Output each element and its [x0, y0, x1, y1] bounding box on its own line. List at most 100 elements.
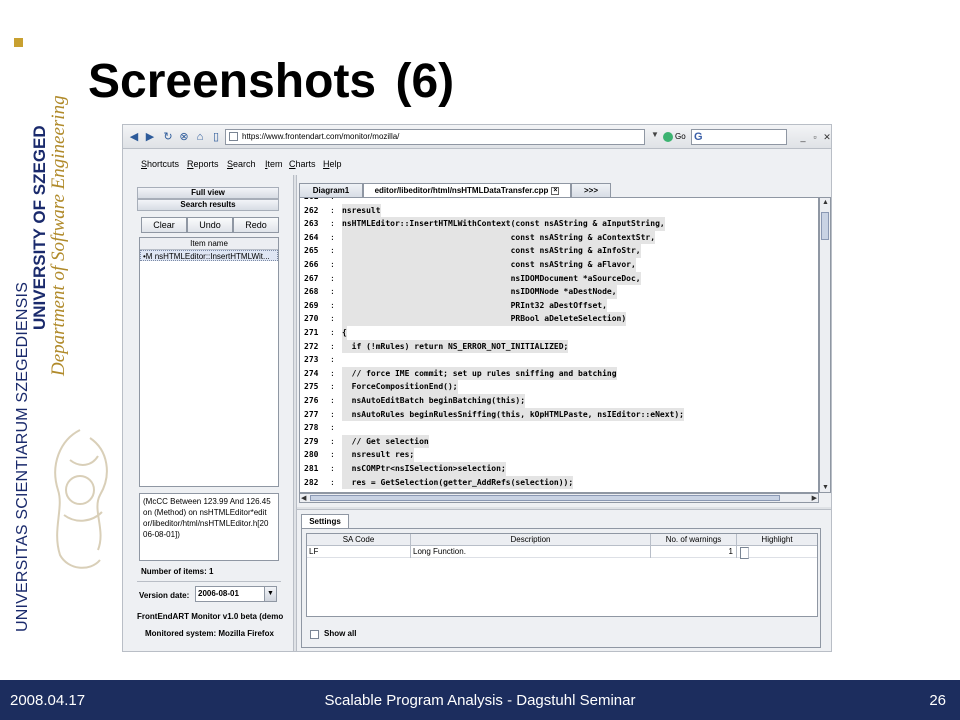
code-line[interactable]: 271:{	[300, 326, 818, 340]
code-line[interactable]: 266: const nsAString & aFlavor,	[300, 258, 818, 272]
menu-search[interactable]: Search	[227, 159, 256, 169]
forward-arrow-icon[interactable]: ▶	[143, 130, 157, 144]
divider	[137, 581, 281, 582]
scroll-down-icon[interactable]: ▼	[822, 484, 829, 491]
code-line[interactable]: 281: nsCOMPtr<nsISelection>selection;	[300, 462, 818, 476]
code-line[interactable]: 278:	[300, 421, 818, 435]
column-description[interactable]: Description	[411, 534, 651, 546]
menu-reports[interactable]: Reports	[187, 159, 219, 169]
code-line[interactable]: 269: PRInt32 aDestOffset,	[300, 298, 818, 313]
scrollbar-thumb[interactable]	[310, 495, 780, 501]
code-line[interactable]: 268: nsIDOMNode *aDestNode,	[300, 285, 818, 299]
code-line[interactable]: 279: // Get selection	[300, 434, 818, 449]
line-number: 282	[304, 477, 319, 487]
horizontal-scrollbar[interactable]: ◀ ▶	[299, 493, 819, 503]
items-count: Number of items: 1	[141, 567, 214, 576]
scroll-left-icon[interactable]: ◀	[301, 494, 306, 502]
menu-help[interactable]: Help	[323, 159, 342, 169]
tab-overflow[interactable]: >>>	[571, 183, 611, 197]
go-button[interactable]: Go	[663, 130, 689, 144]
code-line[interactable]: 265: const nsAString & aInfoStr,	[300, 244, 818, 258]
line-number: 278	[304, 423, 319, 433]
footer-title: Scalable Program Analysis - Dagstuhl Sem…	[324, 692, 636, 709]
code-line[interactable]: 274: // force IME commit; set up rules s…	[300, 366, 818, 381]
search-input[interactable]: G	[691, 129, 787, 145]
tab-settings[interactable]: Settings	[301, 514, 349, 528]
url-dropdown-icon[interactable]: ▼	[650, 130, 660, 144]
full-view-button[interactable]: Full view	[137, 187, 279, 199]
code-text: nsCOMPtr<nsISelection>selection;	[342, 462, 506, 476]
line-number: 262	[304, 205, 319, 215]
code-line[interactable]: 263: nsHTMLEditor::InsertHTMLWithContext(…	[300, 217, 818, 231]
code-line[interactable]: 273:	[300, 353, 818, 367]
highlight-checkbox[interactable]	[740, 547, 749, 559]
scroll-right-icon[interactable]: ▶	[812, 494, 817, 502]
column-sa-code[interactable]: SA Code	[307, 534, 411, 546]
menu-shortcuts[interactable]: Shortcuts	[141, 159, 179, 169]
line-number: 272	[304, 341, 319, 351]
code-line[interactable]: 264: const nsAString & aContextStr,	[300, 230, 818, 245]
back-arrow-icon[interactable]: ◀	[127, 130, 141, 144]
url-bar[interactable]: https://www.frontendart.com/monitor/mozi…	[225, 129, 645, 145]
column-highlight[interactable]: Highlight	[737, 534, 817, 546]
home-icon[interactable]: ⌂	[193, 130, 207, 144]
code-line[interactable]: 277: nsAutoRules beginRulesSniffing(this…	[300, 407, 818, 422]
code-line[interactable]: 262: nsresult	[300, 203, 818, 218]
code-text: ForceCompositionEnd();	[342, 380, 458, 394]
tab-diagram1[interactable]: Diagram1	[299, 183, 363, 197]
maximize-icon[interactable]: ▫	[809, 131, 821, 143]
search-results-button[interactable]: Search results	[137, 199, 279, 211]
list-item[interactable]: •M nsHTMLEditor::InsertHTMLWit...	[140, 250, 278, 261]
code-text: nsIDOMNode *aDestNode,	[342, 285, 617, 299]
page-icon: ▯	[212, 131, 220, 143]
line-number: 268	[304, 287, 319, 297]
scrollbar-thumb[interactable]	[821, 212, 829, 240]
code-line[interactable]: 261:	[300, 198, 818, 204]
version-date-select[interactable]: 2006-08-01 ▼	[195, 586, 277, 602]
chevron-down-icon[interactable]: ▼	[264, 587, 276, 601]
code-text: // force IME commit; set up rules sniffi…	[342, 366, 617, 381]
line-number: 271	[304, 328, 319, 337]
show-all-checkbox[interactable]	[310, 630, 319, 639]
line-number: 270	[304, 314, 319, 324]
slide-footer: 2008.04.17 Scalable Program Analysis - D…	[0, 680, 960, 720]
slide-title: Screenshots (6)	[88, 55, 455, 108]
stop-icon[interactable]: ⊗	[177, 130, 191, 144]
menu-charts[interactable]: Charts	[289, 159, 316, 169]
clear-button[interactable]: Clear	[141, 217, 187, 233]
google-icon: G	[694, 131, 703, 143]
line-number: 275	[304, 382, 319, 392]
menu-item[interactable]: Item	[265, 159, 283, 169]
code-line[interactable]: 280: nsresult res;	[300, 448, 818, 462]
code-editor[interactable]: 261:262:nsresult263:nsHTMLEditor::Insert…	[299, 197, 819, 493]
horizontal-splitter[interactable]	[297, 507, 831, 510]
refresh-icon[interactable]: ↻	[161, 130, 175, 144]
favicon-icon	[229, 132, 238, 141]
minimize-icon[interactable]: _	[797, 131, 809, 143]
code-line[interactable]: 282: res = GetSelection(getter_AddRefs(s…	[300, 475, 818, 490]
version-date-label: Version date:	[139, 591, 190, 600]
code-text: if (!mRules) return NS_ERROR_NOT_INITIAL…	[342, 339, 569, 354]
table-header: SA Code Description No. of warnings High…	[307, 534, 817, 546]
line-number: 265	[304, 246, 319, 256]
university-latin-motto: UNIVERSITAS SCIENTIARUM SZEGEDIENSIS	[14, 281, 31, 632]
close-tab-icon[interactable]: ×	[551, 186, 560, 195]
code-text: nsresult res;	[342, 448, 415, 462]
line-number: 281	[304, 464, 319, 473]
close-icon[interactable]: ✕	[821, 131, 831, 143]
line-number: 264	[304, 232, 319, 242]
tab-source-file[interactable]: editor/libeditor/html/nsHTMLDataTransfer…	[363, 183, 571, 197]
code-line[interactable]: 267: nsIDOMDocument *aSourceDoc,	[300, 271, 818, 286]
redo-button[interactable]: Redo	[233, 217, 279, 233]
code-line[interactable]: 275: ForceCompositionEnd();	[300, 380, 818, 394]
code-line[interactable]: 272: if (!mRules) return NS_ERROR_NOT_IN…	[300, 339, 818, 354]
undo-button[interactable]: Undo	[187, 217, 233, 233]
table-row[interactable]: LF Long Function. 1	[307, 546, 817, 559]
code-line[interactable]: 270: PRBool aDeleteSelection)	[300, 312, 818, 326]
column-warnings[interactable]: No. of warnings	[651, 534, 737, 546]
scroll-up-icon[interactable]: ▲	[822, 199, 829, 206]
vertical-scrollbar[interactable]: ▲ ▼	[819, 197, 831, 493]
vertical-splitter[interactable]	[293, 175, 297, 651]
results-list: Item name •M nsHTMLEditor::InsertHTMLWit…	[139, 237, 279, 487]
code-line[interactable]: 276: nsAutoEditBatch beginBatching(this)…	[300, 394, 818, 408]
